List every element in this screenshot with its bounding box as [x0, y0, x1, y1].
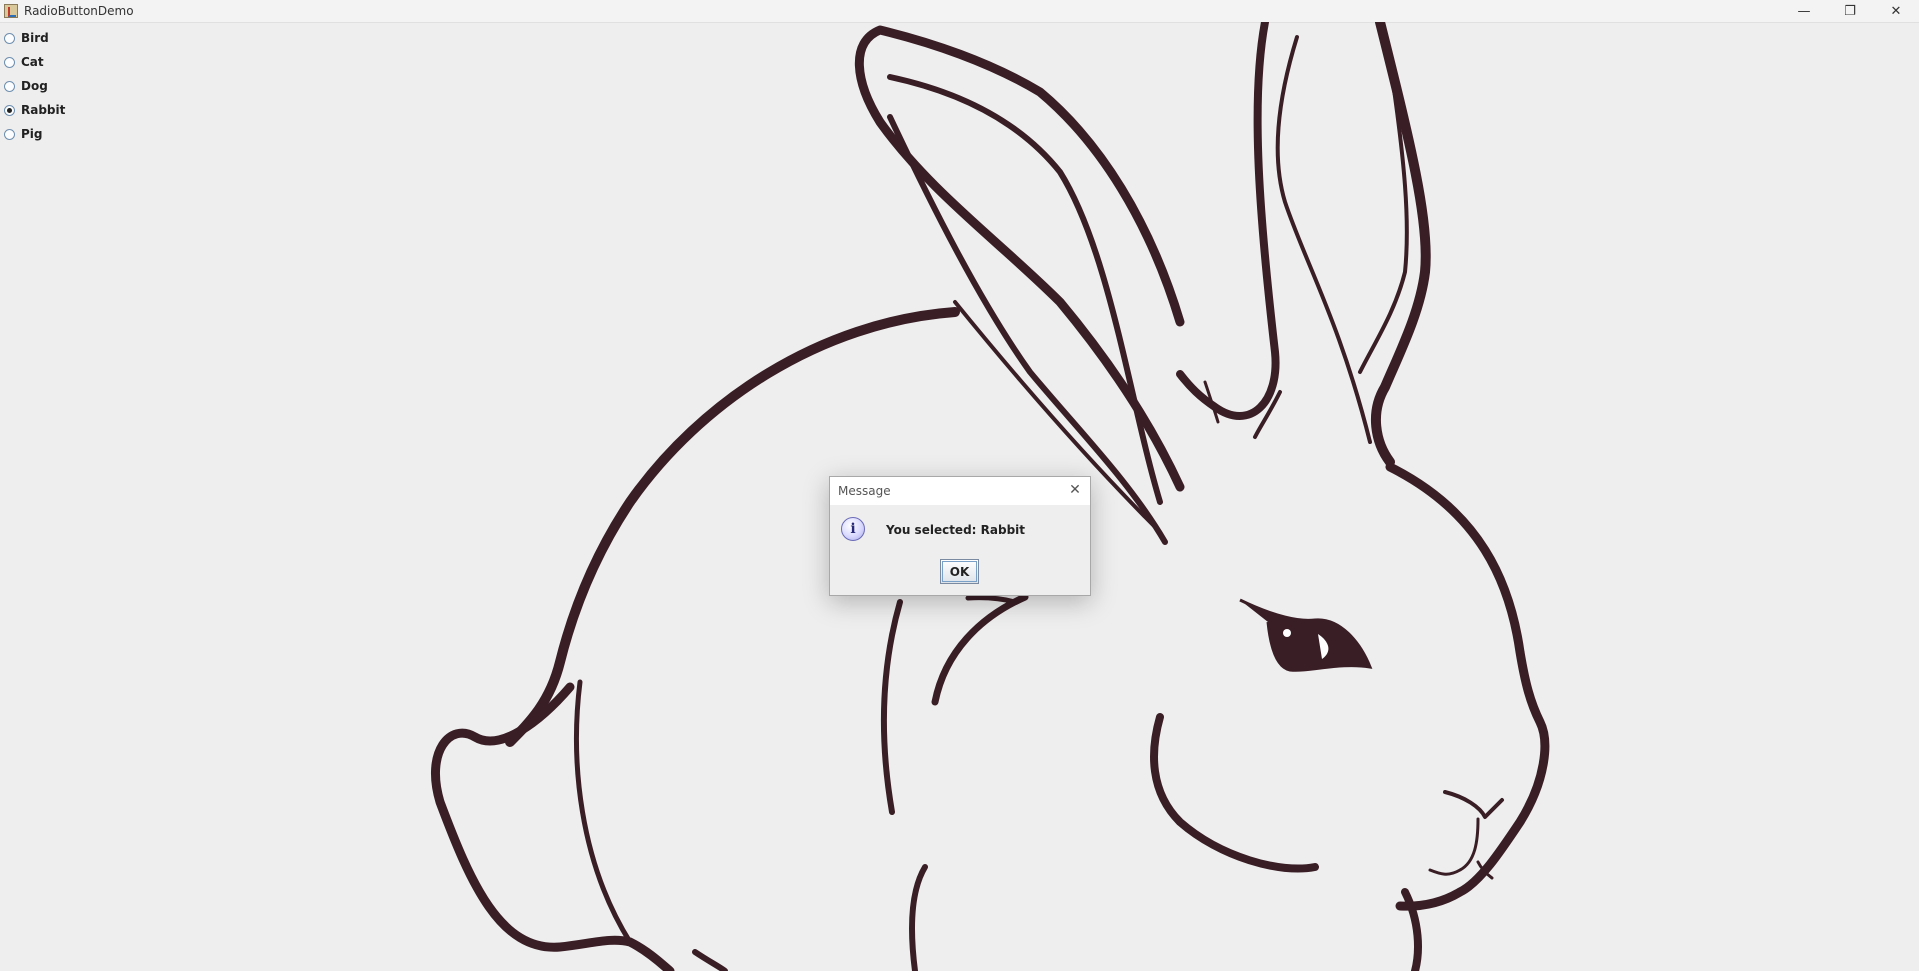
- dialog-message: You selected: Rabbit: [886, 523, 1026, 537]
- radio-label: Pig: [21, 127, 43, 141]
- radio-indicator[interactable]: [4, 80, 15, 92]
- maximize-button[interactable]: ❐: [1827, 0, 1873, 22]
- close-button[interactable]: ✕: [1873, 0, 1919, 22]
- radio-dog[interactable]: Dog: [4, 74, 65, 98]
- radio-indicator[interactable]: [4, 128, 15, 140]
- animal-radio-group: Bird Cat Dog Rabbit Pig: [4, 26, 65, 146]
- radio-bird[interactable]: Bird: [4, 26, 65, 50]
- ok-button[interactable]: OK: [940, 559, 979, 584]
- message-dialog: Message ✕ i You selected: Rabbit OK: [829, 476, 1091, 596]
- window-titlebar: RadioButtonDemo — ❐ ✕: [0, 0, 1919, 23]
- radio-cat[interactable]: Cat: [4, 50, 65, 74]
- radio-indicator-selected[interactable]: [4, 104, 15, 116]
- radio-label: Bird: [21, 31, 49, 45]
- window-controls: — ❐ ✕: [1781, 0, 1919, 22]
- dialog-title: Message: [838, 484, 891, 498]
- radio-label: Cat: [21, 55, 44, 69]
- info-icon: i: [841, 517, 865, 541]
- radio-indicator[interactable]: [4, 32, 15, 44]
- radio-label: Dog: [21, 79, 48, 93]
- dialog-close-button[interactable]: ✕: [1066, 481, 1084, 499]
- radio-pig[interactable]: Pig: [4, 122, 65, 146]
- radio-rabbit[interactable]: Rabbit: [4, 98, 65, 122]
- radio-label: Rabbit: [21, 103, 66, 117]
- window-title: RadioButtonDemo: [24, 4, 134, 18]
- java-app-icon: [4, 4, 18, 18]
- dialog-titlebar: Message ✕: [830, 477, 1090, 505]
- radio-indicator[interactable]: [4, 56, 15, 68]
- minimize-button[interactable]: —: [1781, 0, 1827, 22]
